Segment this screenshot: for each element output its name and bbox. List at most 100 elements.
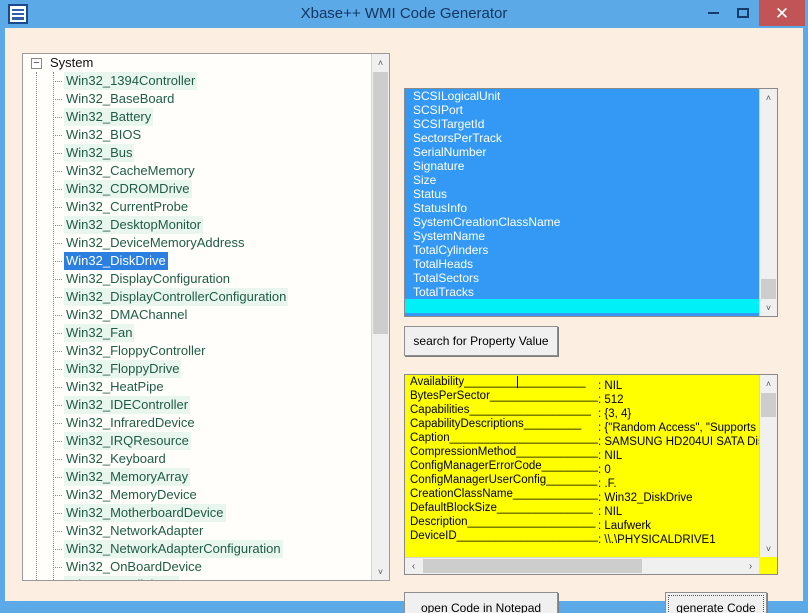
property-value-row[interactable]: CompressionMethod______________: NIL — [405, 445, 760, 459]
collapse-toggle-icon[interactable]: − — [31, 58, 42, 69]
property-list-item[interactable]: Signature — [405, 159, 760, 173]
tree-item-win32_memorydevice[interactable]: Win32_MemoryDevice — [23, 486, 371, 504]
property-value-row[interactable]: DefaultBlockSize_______________: NIL — [405, 501, 760, 515]
tree-item-win32_idecontroller[interactable]: Win32_IDEController — [23, 396, 371, 414]
property-list-item[interactable]: Status — [405, 187, 760, 201]
property-list-highlight-row[interactable] — [405, 299, 760, 313]
scroll-up-icon[interactable]: ˄ — [372, 54, 389, 71]
tree-item-win32_motherboarddevice[interactable]: Win32_MotherboardDevice — [23, 504, 371, 522]
tree-item-win32_memoryarray[interactable]: Win32_MemoryArray — [23, 468, 371, 486]
property-value-row[interactable]: Caption________________________: SAMSUNG… — [405, 431, 760, 445]
tree-item-win32_heatpipe[interactable]: Win32_HeatPipe — [23, 378, 371, 396]
tree-item-win32_dmachannel[interactable]: Win32_DMAChannel — [23, 306, 371, 324]
property-list-item[interactable]: TotalHeads — [405, 257, 760, 271]
application-window: Xbase++ WMI Code Generator ✕ −System Win… — [0, 0, 808, 613]
tree-item-win32_battery[interactable]: Win32_Battery — [23, 108, 371, 126]
property-value-row[interactable]: DeviceID_______________________: \\.\PHY… — [405, 529, 760, 543]
tree-item-win32_1394controller[interactable]: Win32_1394Controller — [23, 72, 371, 90]
tree-item-label: Win32_DiskDrive — [64, 252, 168, 270]
property-list-item[interactable]: SectorsPerTrack — [405, 131, 760, 145]
tree-item-win32_parallelport[interactable]: Win32_ParallelPort — [23, 576, 371, 580]
scroll-down-icon[interactable]: ˅ — [760, 540, 777, 557]
scrollbar-thumb[interactable] — [761, 279, 776, 299]
property-list-item[interactable]: SerialNumber — [405, 145, 760, 159]
search-property-value-button[interactable]: search for Property Value — [404, 326, 558, 356]
property-list-item[interactable]: SCSILogicalUnit — [405, 89, 760, 103]
tree-item-win32_infrareddevice[interactable]: Win32_InfraredDevice — [23, 414, 371, 432]
values-vertical-scrollbar[interactable]: ˄ ˅ — [759, 375, 777, 557]
property-list-item[interactable]: Size — [405, 173, 760, 187]
wmi-class-tree[interactable]: −System Win32_1394ControllerWin32_BaseBo… — [22, 53, 390, 581]
scrollbar-thumb[interactable] — [761, 393, 776, 417]
property-list-item[interactable]: SCSITargetId — [405, 117, 760, 131]
tree-item-win32_networkadapter[interactable]: Win32_NetworkAdapter — [23, 522, 371, 540]
property-list-item[interactable]: SystemName — [405, 229, 760, 243]
tree-vertical-scrollbar[interactable]: ˄ ˅ — [371, 54, 389, 580]
generate-code-button[interactable]: generate Code — [665, 592, 767, 613]
property-list-scrollbar[interactable]: ˄ ˅ — [759, 89, 777, 316]
values-horizontal-scrollbar[interactable]: ‹ › — [405, 557, 759, 574]
tree-content: −System Win32_1394ControllerWin32_BaseBo… — [23, 54, 371, 580]
property-list-item[interactable]: StatusInfo — [405, 201, 760, 215]
property-value-row[interactable]: ConfigManagerUserConfig________: .F. — [405, 473, 760, 487]
property-value-row[interactable]: CapabilityDescriptions_________: {"Rando… — [405, 417, 760, 431]
tree-item-label: Win32_NetworkAdapterConfiguration — [64, 540, 283, 558]
property-values-panel[interactable]: Availability___________________: NILByte… — [404, 374, 778, 575]
scrollbar-thumb[interactable] — [423, 559, 642, 573]
tree-item-win32_keyboard[interactable]: Win32_Keyboard — [23, 450, 371, 468]
maximize-button[interactable] — [729, 1, 757, 25]
property-list-item[interactable]: TotalSectors — [405, 271, 760, 285]
property-value-row[interactable]: Description____________________: Laufwer… — [405, 515, 760, 529]
tree-item-win32_floppydrive[interactable]: Win32_FloppyDrive — [23, 360, 371, 378]
property-list-item[interactable]: SystemCreationClassName — [405, 215, 760, 229]
scroll-left-icon[interactable]: ‹ — [405, 558, 422, 574]
tree-item-win32_fan[interactable]: Win32_Fan — [23, 324, 371, 342]
property-value-row[interactable]: Availability___________________: NIL — [405, 375, 760, 389]
tree-item-win32_bus[interactable]: Win32_Bus — [23, 144, 371, 162]
tree-item-win32_devicememoryaddress[interactable]: Win32_DeviceMemoryAddress — [23, 234, 371, 252]
tree-item-win32_irqresource[interactable]: Win32_IRQResource — [23, 432, 371, 450]
tree-item-win32_currentprobe[interactable]: Win32_CurrentProbe — [23, 198, 371, 216]
property-value-key: CompressionMethod______________ — [410, 445, 598, 459]
tree-root-node[interactable]: −System — [23, 54, 371, 72]
property-list-item[interactable]: TotalTracks — [405, 285, 760, 299]
property-value-key: BytesPerSector_________________ — [410, 389, 598, 403]
property-value-row[interactable]: Capabilities___________________: {3, 4} — [405, 403, 760, 417]
tree-item-win32_displaycontrollerconfiguration[interactable]: Win32_DisplayControllerConfiguration — [23, 288, 371, 306]
minimize-icon — [708, 12, 719, 14]
property-value-row[interactable]: BytesPerSector_________________: 512 — [405, 389, 760, 403]
tree-item-label: Win32_MemoryDevice — [64, 486, 199, 504]
close-icon: ✕ — [775, 5, 789, 22]
tree-item-win32_onboarddevice[interactable]: Win32_OnBoardDevice — [23, 558, 371, 576]
tree-item-win32_bios[interactable]: Win32_BIOS — [23, 126, 371, 144]
tree-item-label: Win32_DisplayConfiguration — [64, 270, 232, 288]
tree-item-win32_diskdrive[interactable]: Win32_DiskDrive — [23, 252, 371, 270]
property-value-row[interactable]: CreationClassName______________: Win32_D… — [405, 487, 760, 501]
tree-item-win32_floppycontroller[interactable]: Win32_FloppyController — [23, 342, 371, 360]
title-bar: Xbase++ WMI Code Generator ✕ — [0, 0, 808, 28]
property-name-list[interactable]: SCSILogicalUnitSCSIPortSCSITargetIdSecto… — [404, 88, 778, 317]
property-value-key: CapabilityDescriptions_________ — [410, 417, 598, 431]
scrollbar-thumb[interactable] — [373, 72, 388, 334]
tree-item-win32_desktopmonitor[interactable]: Win32_DesktopMonitor — [23, 216, 371, 234]
close-button[interactable]: ✕ — [759, 0, 805, 26]
tree-item-win32_cdromdrive[interactable]: Win32_CDROMDrive — [23, 180, 371, 198]
tree-item-win32_networkadapterconfiguration[interactable]: Win32_NetworkAdapterConfiguration — [23, 540, 371, 558]
tree-item-label: Win32_1394Controller — [64, 72, 197, 90]
minimize-button[interactable] — [699, 1, 727, 25]
property-value-row[interactable]: ConfigManagerErrorCode_________: 0 — [405, 459, 760, 473]
property-list-item[interactable]: SCSIPort — [405, 103, 760, 117]
tree-item-win32_cachememory[interactable]: Win32_CacheMemory — [23, 162, 371, 180]
scroll-up-icon[interactable]: ˄ — [760, 375, 777, 392]
property-value-key: Caption________________________ — [410, 431, 598, 445]
tree-item-win32_displayconfiguration[interactable]: Win32_DisplayConfiguration — [23, 270, 371, 288]
scroll-down-icon[interactable]: ˅ — [760, 299, 777, 316]
property-list-item[interactable]: TotalCylinders — [405, 243, 760, 257]
scroll-down-icon[interactable]: ˅ — [372, 563, 389, 580]
scroll-up-icon[interactable]: ˄ — [760, 89, 777, 106]
tree-item-win32_baseboard[interactable]: Win32_BaseBoard — [23, 90, 371, 108]
open-code-in-notepad-button[interactable]: open Code in Notepad — [404, 592, 558, 613]
tree-item-label: Win32_DisplayControllerConfiguration — [64, 288, 288, 306]
tree-item-label: Win32_Fan — [64, 324, 134, 342]
scroll-right-icon[interactable]: › — [742, 558, 759, 574]
